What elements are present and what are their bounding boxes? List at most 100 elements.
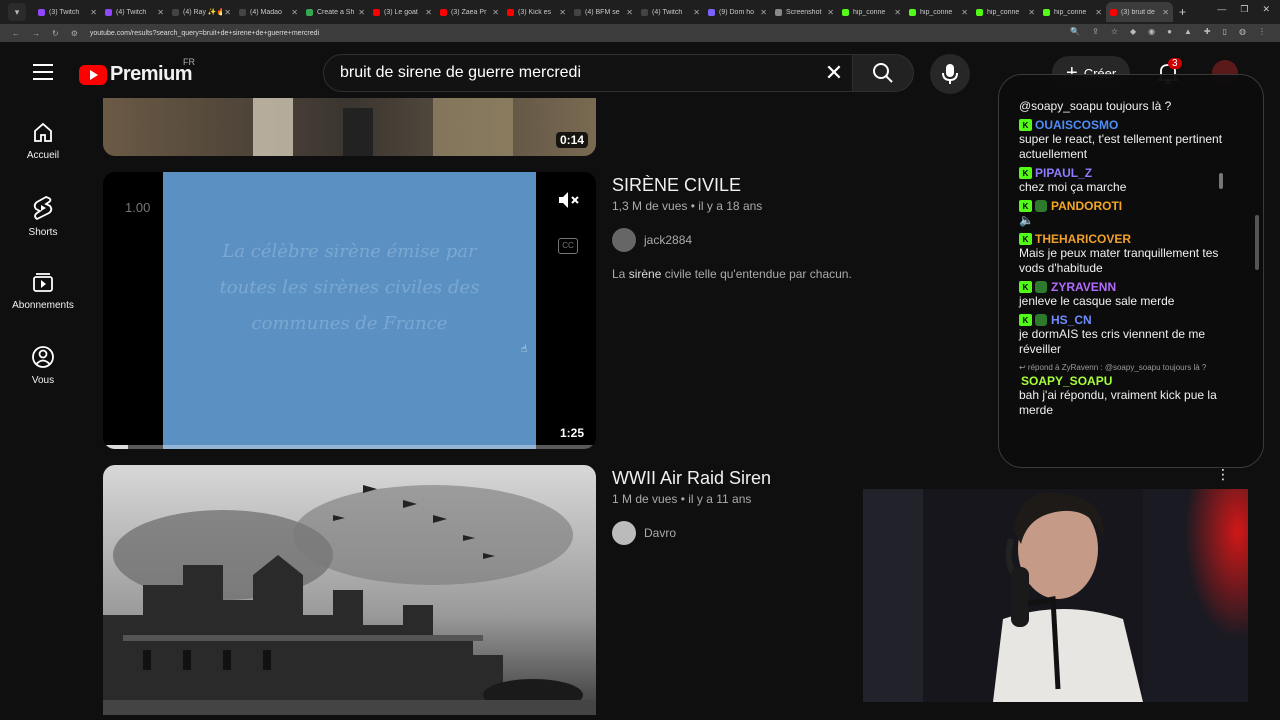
chat-message-text: @soapy_soapu toujours là ?	[1019, 99, 1172, 113]
sidebar-item-shorts[interactable]: Shorts	[0, 183, 86, 258]
close-tab-icon[interactable]: ✕	[1095, 8, 1102, 17]
reload-icon[interactable]: ↻	[52, 29, 59, 38]
close-window-icon[interactable]: ✕	[1262, 4, 1270, 15]
search-box[interactable]: bruit de sirene de guerre mercredi ✕	[323, 54, 853, 92]
browser-tab[interactable]: (3) Le goat ✕	[369, 2, 436, 22]
mute-button[interactable]	[557, 190, 581, 215]
video-metadata: 1,3 M de vues • il y a 18 ans	[612, 199, 763, 213]
maximize-icon[interactable]: ❐	[1240, 4, 1248, 15]
close-tab-icon[interactable]: ✕	[961, 8, 968, 17]
captions-button[interactable]: CC	[558, 238, 578, 254]
close-tab-icon[interactable]: ✕	[425, 8, 432, 17]
browser-tab[interactable]: (4) Ray ✨🔥 ✕	[168, 2, 235, 22]
chat-scroll-thumb[interactable]	[1219, 173, 1223, 189]
close-tab-icon[interactable]: ✕	[1028, 8, 1035, 17]
tab-title: Screenshot	[786, 8, 822, 16]
tab-title: (4) Twitch	[652, 8, 683, 16]
browser-tab[interactable]: (3) Twitch ✕	[34, 2, 101, 22]
kick-badge-icon: K	[1019, 119, 1032, 131]
clear-search-icon[interactable]: ✕	[822, 61, 846, 85]
extension-icon[interactable]: ●	[1167, 27, 1172, 36]
url-field[interactable]: youtube.com/results?search_query=bruit+d…	[90, 30, 319, 37]
more-options-icon[interactable]: ⋮	[1216, 466, 1230, 483]
chat-message: K THEHARICOVER Mais je peux mater tranquil…	[1019, 232, 1245, 276]
site-info-icon[interactable]: ⚙	[71, 29, 78, 38]
extension-icon[interactable]: ◉	[1148, 27, 1155, 36]
chat-username[interactable]: HS_CN	[1051, 313, 1092, 327]
channel-link[interactable]: Davro	[612, 521, 676, 545]
menu-icon[interactable]: ⋮	[1258, 27, 1266, 36]
progress-track[interactable]	[103, 445, 596, 449]
sidepanel-icon[interactable]: ▯	[1223, 27, 1227, 36]
browser-tab[interactable]: hip_conne ✕	[972, 2, 1039, 22]
close-tab-icon[interactable]: ✕	[224, 8, 231, 17]
browser-tab[interactable]: hip_conne ✕	[838, 2, 905, 22]
close-tab-icon[interactable]: ✕	[291, 8, 298, 17]
puzzle-icon[interactable]: ✚	[1204, 27, 1211, 36]
voice-search-button[interactable]	[930, 54, 970, 94]
zoom-icon[interactable]: 🔍	[1070, 27, 1080, 36]
chat-username[interactable]: THEHARICOVER	[1035, 232, 1131, 246]
close-tab-icon[interactable]: ✕	[693, 8, 700, 17]
hamburger-menu-icon[interactable]	[33, 64, 53, 85]
video-player-preview[interactable]: La célèbre sirène émise par toutes les s…	[103, 172, 596, 449]
brand-name: Premium	[110, 63, 193, 85]
browser-tab[interactable]: (3) Kick es ✕	[503, 2, 570, 22]
muted-speaker-icon	[559, 192, 579, 208]
close-tab-icon[interactable]: ✕	[492, 8, 499, 17]
chat-message: K HS_CN je dormAIS tes cris viennent de me…	[1019, 313, 1245, 357]
sidebar-item-abonnements[interactable]: Abonnements	[0, 258, 86, 333]
minimize-icon[interactable]: —	[1217, 4, 1226, 15]
close-tab-icon[interactable]: ✕	[894, 8, 901, 17]
browser-tab[interactable]: (4) BFM se ✕	[570, 2, 637, 22]
chat-username[interactable]: ZYRAVENN	[1051, 280, 1116, 294]
browser-tab[interactable]: (4) Twitch ✕	[101, 2, 168, 22]
back-icon[interactable]: ←	[12, 29, 20, 38]
sidebar-item-accueil[interactable]: Accueil	[0, 108, 86, 183]
chat-username[interactable]: OUAISCOSMO	[1035, 118, 1118, 132]
browser-tab[interactable]: (4) Twitch ✕	[637, 2, 704, 22]
kick-badge-icon: K	[1019, 167, 1032, 179]
close-tab-icon[interactable]: ✕	[559, 8, 566, 17]
new-tab-button[interactable]: +	[1179, 5, 1186, 19]
video-thumbnail[interactable]	[103, 465, 596, 715]
browser-tab[interactable]: (3) bruit de ✕	[1106, 2, 1173, 22]
sidebar-item-vous[interactable]: Vous	[0, 333, 86, 408]
browser-tab[interactable]: Screenshot ✕	[771, 2, 838, 22]
kick-badge-icon: K	[1019, 281, 1032, 293]
search-input[interactable]: bruit de sirene de guerre mercredi	[340, 64, 581, 82]
close-tab-icon[interactable]: ✕	[626, 8, 633, 17]
browser-tab[interactable]: (3) Zaea Pr ✕	[436, 2, 503, 22]
browser-tab[interactable]: hip_conne ✕	[905, 2, 972, 22]
browser-tab[interactable]: Create a Sh ✕	[302, 2, 369, 22]
bookmark-icon[interactable]: ☆	[1111, 27, 1118, 36]
share-icon[interactable]: ⇪	[1092, 27, 1099, 36]
video-title[interactable]: WWII Air Raid Siren	[612, 468, 771, 489]
search-button[interactable]	[852, 54, 914, 92]
chat-username[interactable]: SOAPY_SOAPU	[1019, 374, 1245, 388]
chat-scrollbar[interactable]	[1255, 215, 1259, 270]
close-tab-icon[interactable]: ✕	[157, 8, 164, 17]
chat-username[interactable]: PIPAUL_Z	[1035, 166, 1092, 180]
chat-username[interactable]: PANDOROTI	[1051, 199, 1122, 213]
tab-search-icon[interactable]: ▾	[8, 3, 26, 21]
close-tab-icon[interactable]: ✕	[827, 8, 834, 17]
video-title[interactable]: SIRÈNE CIVILE	[612, 175, 741, 196]
video-thumbnail[interactable]: 0:14	[103, 98, 596, 156]
browser-tab[interactable]: hip_conne ✕	[1039, 2, 1106, 22]
tab-title: (3) Kick es	[518, 8, 552, 16]
extension-icon[interactable]: ▲	[1184, 27, 1192, 36]
youtube-premium-logo[interactable]: Premium FR	[79, 57, 195, 86]
close-tab-icon[interactable]: ✕	[760, 8, 767, 17]
profile-icon[interactable]: ◍	[1239, 27, 1246, 36]
channel-link[interactable]: jack2884	[612, 228, 692, 252]
browser-tab[interactable]: (9) Dom ho ✕	[704, 2, 771, 22]
chat-username-row: K THEHARICOVER	[1019, 232, 1245, 246]
close-tab-icon[interactable]: ✕	[90, 8, 97, 17]
browser-tab[interactable]: (4) Madao ✕	[235, 2, 302, 22]
extension-icon[interactable]: ◆	[1130, 27, 1136, 36]
close-tab-icon[interactable]: ✕	[1162, 8, 1169, 17]
close-tab-icon[interactable]: ✕	[358, 8, 365, 17]
chat-username-row: K OUAISCOSMO	[1019, 118, 1245, 132]
forward-icon[interactable]: →	[32, 29, 40, 38]
